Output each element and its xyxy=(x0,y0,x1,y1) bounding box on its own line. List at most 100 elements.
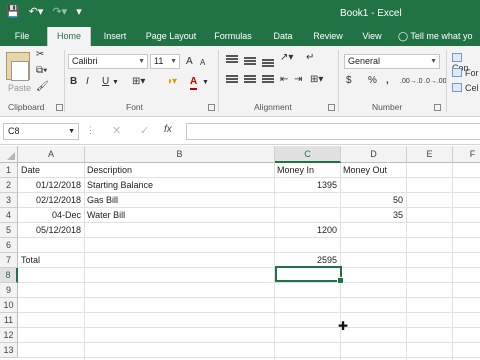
currency-format-icon[interactable]: $ xyxy=(346,75,352,87)
format-painter-icon[interactable]: 🖌 xyxy=(36,81,49,93)
tab-file[interactable]: File xyxy=(8,27,36,46)
format-as-table-button[interactable]: For xyxy=(452,68,479,78)
cell-a2[interactable]: 01/12/2018 xyxy=(19,178,84,193)
tab-formulas[interactable]: Formulas xyxy=(210,27,256,46)
italic-button[interactable]: I xyxy=(86,76,89,88)
align-center-icon[interactable] xyxy=(244,75,256,77)
row-header[interactable]: 12 xyxy=(0,328,18,343)
insert-function-icon[interactable]: fx xyxy=(164,124,172,135)
borders-icon[interactable]: ⊞▾ xyxy=(132,76,145,88)
cell-d4[interactable]: 35 xyxy=(341,208,406,223)
tab-page-layout[interactable]: Page Layout xyxy=(141,27,201,46)
increase-indent-icon[interactable]: ⇥ xyxy=(294,74,302,86)
tab-review[interactable]: Review xyxy=(308,27,348,46)
cell-d3[interactable]: 50 xyxy=(341,193,406,208)
font-name-select[interactable]: Calibri ▼ xyxy=(68,54,148,69)
column-header-b[interactable]: B xyxy=(85,146,275,163)
underline-button[interactable]: U xyxy=(102,76,109,88)
decrease-indent-icon[interactable]: ⇤ xyxy=(280,74,288,86)
align-top-icon[interactable] xyxy=(226,55,238,57)
column-header-c[interactable]: C xyxy=(275,146,341,163)
copy-icon[interactable]: ⧉▾ xyxy=(36,65,47,77)
tab-data[interactable]: Data xyxy=(268,27,298,46)
conditional-formatting-icon xyxy=(452,53,462,62)
row-header-selected[interactable]: 8 xyxy=(0,268,18,283)
cell-d1[interactable]: Money Out xyxy=(341,163,406,178)
grow-font-icon[interactable]: A xyxy=(186,56,193,68)
font-size-select[interactable]: 11 ▼ xyxy=(150,54,180,69)
enter-icon[interactable]: ✓ xyxy=(140,124,149,137)
merge-center-icon[interactable]: ⊞▾ xyxy=(310,74,323,86)
active-cell-c8[interactable] xyxy=(275,266,344,284)
cell-c2[interactable]: 1395 xyxy=(275,178,340,193)
row-header[interactable]: 4 xyxy=(0,208,18,223)
cell-c1[interactable]: Money In xyxy=(275,163,340,178)
increase-decimal-icon[interactable]: .00→.0 xyxy=(400,76,423,88)
worksheet-grid[interactable]: A B C D E F 1 2 3 4 5 6 7 8 9 10 11 12 1… xyxy=(0,145,480,360)
group-divider xyxy=(338,50,339,112)
fill-color-icon[interactable]: ◑▾ xyxy=(166,76,177,88)
cancel-icon[interactable]: ✕ xyxy=(112,124,121,137)
select-all-button[interactable] xyxy=(0,146,18,163)
row-header[interactable]: 6 xyxy=(0,238,18,253)
name-box[interactable]: C8 ▼ xyxy=(3,123,79,140)
font-launcher-icon[interactable] xyxy=(208,104,215,111)
percent-format-icon[interactable]: % xyxy=(368,75,377,87)
cell-c5[interactable]: 1200 xyxy=(275,223,340,238)
tab-view[interactable]: View xyxy=(357,27,387,46)
cut-icon[interactable]: ✂ xyxy=(36,49,44,61)
cell-b1[interactable]: Description xyxy=(85,163,274,178)
orientation-icon[interactable]: ↗▾ xyxy=(280,52,293,64)
clipboard-launcher-icon[interactable] xyxy=(56,104,63,111)
column-header-f[interactable]: F xyxy=(453,146,480,163)
cell-a7[interactable]: Total xyxy=(19,253,84,268)
comma-style-icon[interactable]: , xyxy=(386,75,389,87)
row-header[interactable]: 9 xyxy=(0,283,18,298)
chevron-down-icon[interactable]: ▼ xyxy=(202,77,209,89)
save-icon[interactable]: 💾 xyxy=(6,5,20,19)
cell-b2[interactable]: Starting Balance xyxy=(85,178,274,193)
tell-me-box[interactable]: ◯ Tell me what yo xyxy=(398,27,480,46)
cell-a3[interactable]: 02/12/2018 xyxy=(19,193,84,208)
column-header-e[interactable]: E xyxy=(407,146,453,163)
paste-button-label[interactable]: Paste xyxy=(8,83,31,93)
align-right-icon[interactable] xyxy=(262,75,274,77)
paste-icon[interactable] xyxy=(6,52,30,81)
customize-qat-icon[interactable]: ▾ xyxy=(76,5,82,19)
cell-a4[interactable]: 04-Dec xyxy=(19,208,84,223)
column-header-d[interactable]: D xyxy=(341,146,407,163)
cell-styles-button[interactable]: Cel xyxy=(452,83,479,93)
tab-home[interactable]: Home xyxy=(47,27,91,46)
decrease-decimal-icon[interactable]: .0→.00 xyxy=(424,76,447,88)
tab-insert[interactable]: Insert xyxy=(98,27,132,46)
format-as-table-icon xyxy=(452,68,462,77)
row-header[interactable]: 7 xyxy=(0,253,18,268)
font-color-icon[interactable]: A xyxy=(190,76,198,90)
more-options-icon[interactable]: ⋮ xyxy=(86,125,95,136)
align-middle-icon[interactable] xyxy=(244,57,256,59)
number-launcher-icon[interactable] xyxy=(434,104,441,111)
cell-a5[interactable]: 05/12/2018 xyxy=(19,223,84,238)
formula-input[interactable] xyxy=(186,123,480,140)
shrink-font-icon[interactable]: A xyxy=(200,57,205,69)
chevron-down-icon[interactable]: ▼ xyxy=(112,77,119,89)
undo-icon[interactable]: ↶▾ xyxy=(29,5,44,19)
cell-a1[interactable]: Date xyxy=(19,163,84,178)
align-left-icon[interactable] xyxy=(226,75,238,77)
row-header[interactable]: 10 xyxy=(0,298,18,313)
cell-b3[interactable]: Gas Bill xyxy=(85,193,274,208)
row-header[interactable]: 3 xyxy=(0,193,18,208)
row-header[interactable]: 1 xyxy=(0,163,18,178)
cell-b4[interactable]: Water Bill xyxy=(85,208,274,223)
column-header-a[interactable]: A xyxy=(18,146,85,163)
row-header[interactable]: 11 xyxy=(0,313,18,328)
row-header[interactable]: 13 xyxy=(0,343,18,358)
row-header[interactable]: 2 xyxy=(0,178,18,193)
alignment-launcher-icon[interactable] xyxy=(328,104,335,111)
align-bottom-icon[interactable] xyxy=(262,59,274,61)
bold-button[interactable]: B xyxy=(70,76,77,88)
wrap-text-icon[interactable]: ↵ xyxy=(306,52,314,64)
number-format-select[interactable]: General ▼ xyxy=(344,54,440,69)
redo-icon[interactable]: ↷▾ xyxy=(52,5,67,19)
row-header[interactable]: 5 xyxy=(0,223,18,238)
